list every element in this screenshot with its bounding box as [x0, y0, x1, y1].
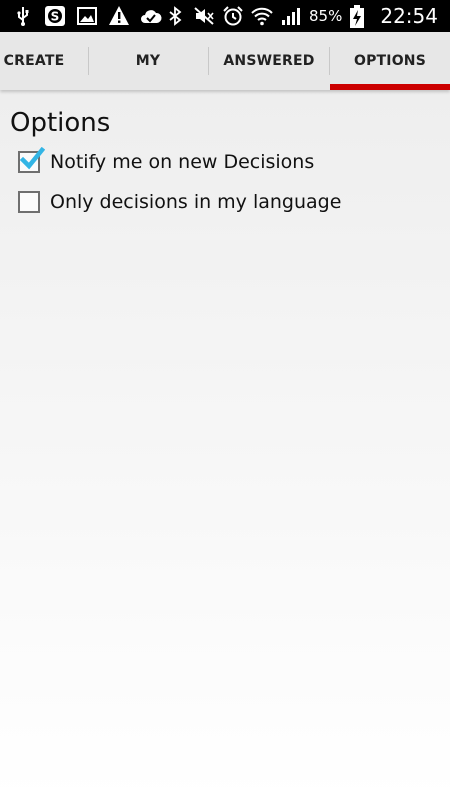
battery-percent: 85% [309, 7, 343, 25]
image-icon [76, 5, 98, 27]
clock: 22:54 [380, 4, 438, 28]
status-bar-notifications: S [12, 5, 162, 27]
svg-text:S: S [51, 10, 60, 24]
tab-create[interactable]: CREATE [0, 32, 88, 90]
mute-icon [193, 5, 215, 27]
status-bar-system: 85% 22:54 [164, 0, 438, 32]
bluetooth-icon [164, 5, 186, 27]
status-bar: S 85% 22:54 [0, 0, 450, 32]
option-only-my-language[interactable]: Only decisions in my language [18, 187, 341, 217]
usb-icon [12, 5, 34, 27]
tab-my[interactable]: MY [88, 32, 208, 90]
cloud-check-icon [140, 5, 162, 27]
page-title: Options [10, 108, 111, 138]
signal-icon [280, 5, 302, 27]
option-label: Notify me on new Decisions [50, 151, 315, 173]
notify-checkbox[interactable] [18, 147, 45, 173]
s-app-icon: S [44, 5, 66, 27]
checkmark-icon [19, 147, 45, 170]
selected-tab-indicator [330, 84, 450, 90]
option-notify-new-decisions[interactable]: Notify me on new Decisions [18, 147, 314, 177]
tab-bar: CREATE MY ANSWERED OPTIONS [0, 32, 450, 90]
tab-options[interactable]: OPTIONS [330, 32, 450, 90]
wifi-icon [251, 5, 273, 27]
option-label: Only decisions in my language [50, 191, 342, 213]
tab-answered[interactable]: ANSWERED [208, 32, 330, 90]
alarm-icon [222, 5, 244, 27]
language-checkbox[interactable] [18, 191, 40, 213]
warning-icon [108, 5, 130, 27]
battery-charging-icon [349, 5, 371, 28]
